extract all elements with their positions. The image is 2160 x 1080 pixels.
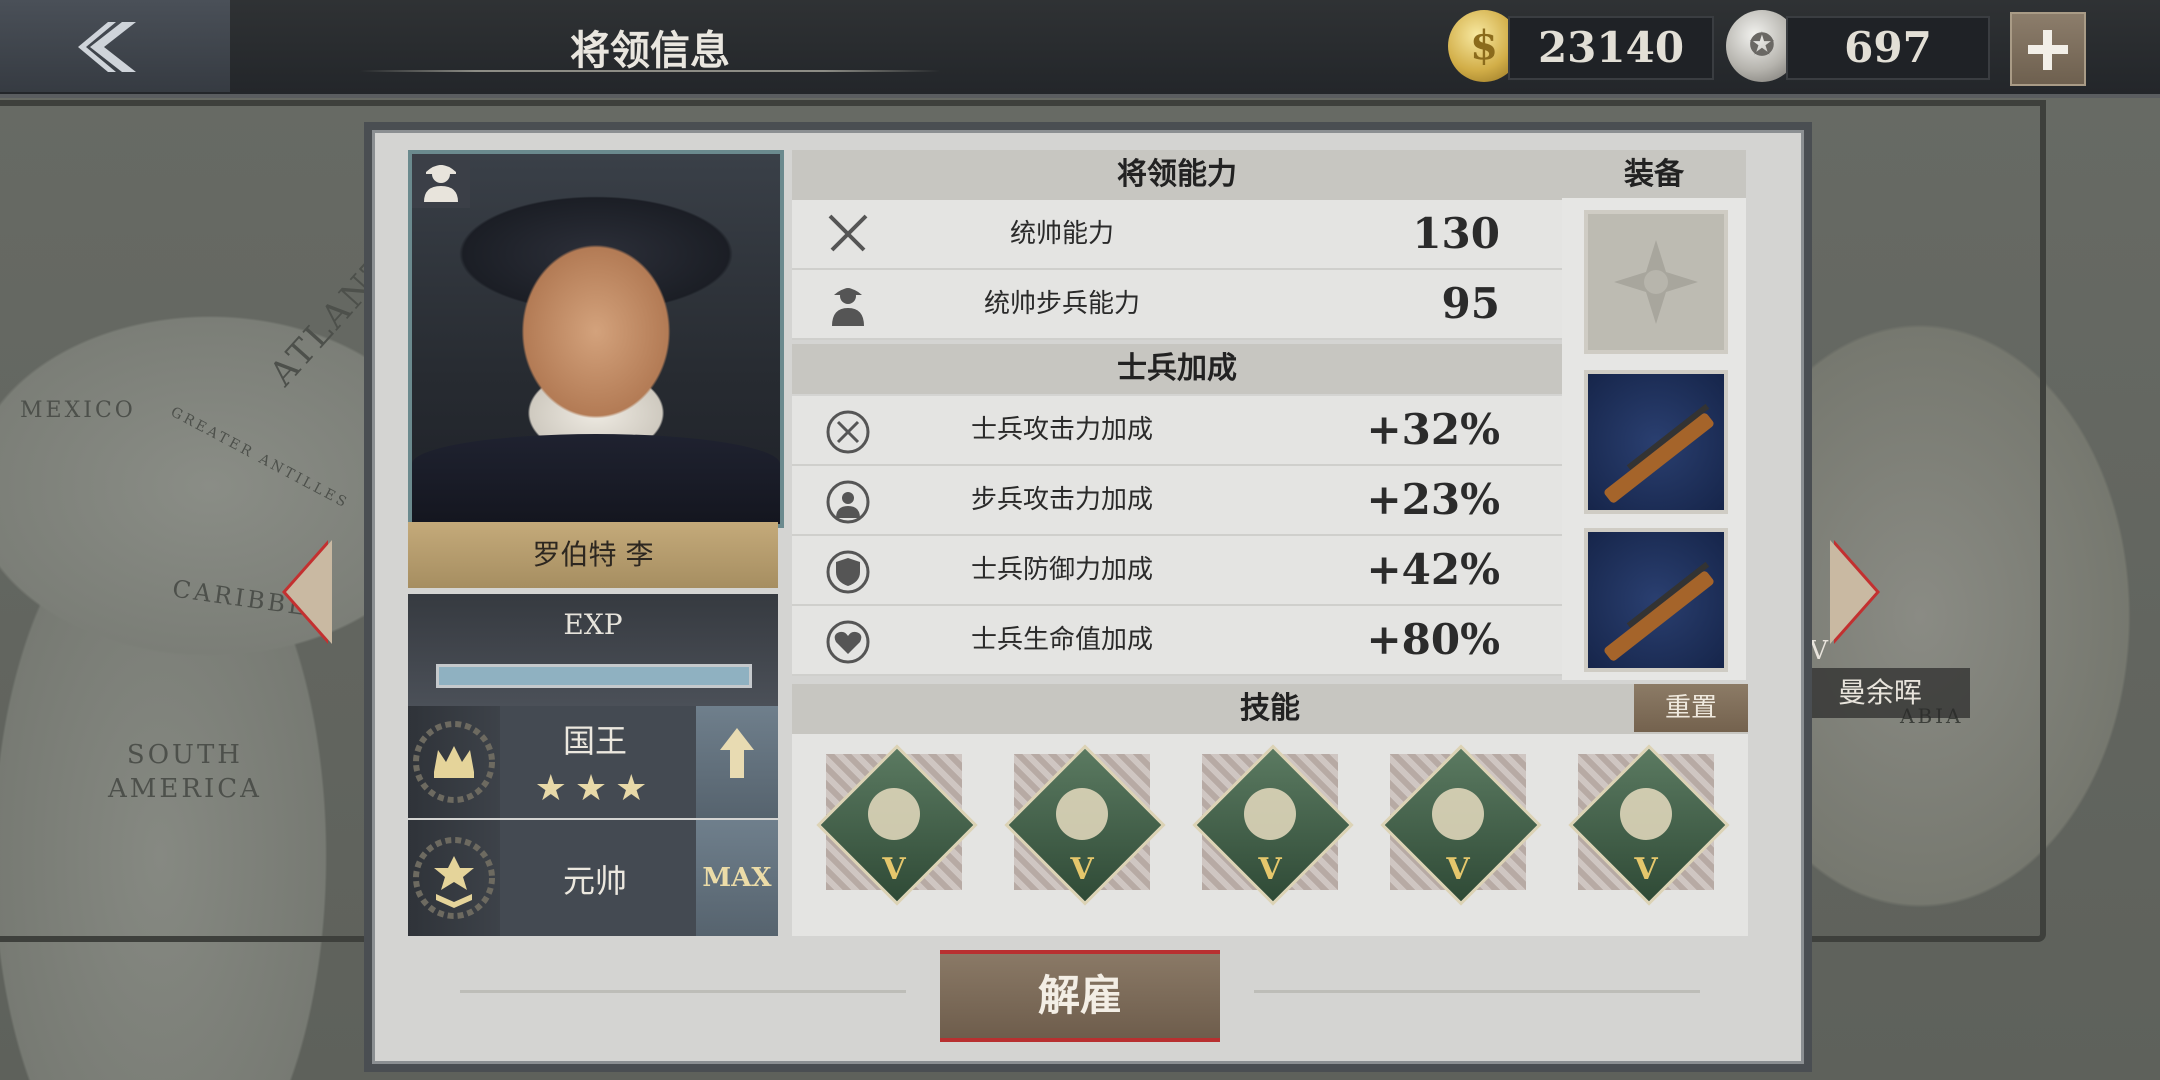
exp-progress-bar — [436, 664, 752, 688]
bonus-row: 士兵防御力加成 +42% — [792, 536, 1562, 606]
bonus-value: +80% — [1366, 615, 1500, 664]
next-general-arrow-icon[interactable] — [1830, 540, 1876, 644]
shield-soldier-icon — [1244, 788, 1296, 840]
skill-level: V — [1446, 852, 1470, 887]
rifle-stock — [1602, 411, 1716, 505]
equipment-column — [1562, 198, 1746, 680]
bonus-label: 士兵防御力加成 — [970, 555, 1153, 585]
gold-amount: 23140 — [1508, 16, 1714, 80]
top-bar: 将领信息 $ 23140 ✪ 697 — [0, 0, 2160, 98]
ability-label: 统帅步兵能力 — [983, 289, 1140, 319]
rank-row-king: 国王 ★★★ — [408, 706, 778, 818]
medal-slot[interactable] — [1584, 210, 1728, 354]
side-preview-name[interactable]: 曼余晖 — [1790, 668, 1970, 718]
rifle-slot[interactable] — [1584, 370, 1728, 514]
ability-label: 统帅能力 — [1009, 219, 1114, 249]
promote-arrow-icon — [720, 728, 754, 750]
skill-slot[interactable]: V — [816, 744, 978, 906]
back-arrow-icon — [78, 22, 136, 72]
bonuses-header: 士兵加成 — [792, 344, 1562, 394]
skill-level: V — [882, 852, 906, 887]
map-label-south-america: SOUTH AMERICA — [108, 740, 262, 804]
infantry-class-icon — [412, 154, 470, 208]
bonus-label: 士兵攻击力加成 — [970, 415, 1153, 445]
ability-value: 95 — [1441, 279, 1500, 328]
crossed-swords-icon — [828, 214, 868, 252]
general-name: 罗伯特 李 — [408, 522, 778, 588]
ability-row: 统帅能力 130 — [792, 200, 1562, 270]
shield-plus-icon — [826, 550, 870, 594]
running-soldier-icon — [868, 788, 920, 840]
medal-cross-icon — [1614, 240, 1698, 324]
infantry-plus-icon — [826, 480, 870, 524]
rank-title-marshal: 元帅 — [562, 862, 627, 900]
promote-arrow-stem — [730, 748, 744, 778]
skill-level: V — [1070, 852, 1094, 887]
bonus-label: 步兵攻击力加成 — [970, 485, 1153, 515]
exp-label: EXP — [563, 608, 623, 641]
rifle-slot[interactable] — [1584, 528, 1728, 672]
max-rank-label: MAX — [696, 820, 778, 936]
skill-level: V — [1634, 852, 1658, 887]
bonus-value: +42% — [1366, 545, 1500, 594]
rank-title-king: 国王 — [562, 722, 627, 760]
promote-button[interactable] — [696, 706, 778, 818]
bonus-row: 步兵攻击力加成 +23% — [792, 466, 1562, 536]
exp-box: EXP — [408, 594, 778, 706]
bonus-row: 士兵生命值加成 +80% — [792, 606, 1562, 676]
skills-header: 技能 — [792, 684, 1748, 734]
map-label-mexico: MEXICO — [20, 398, 136, 423]
rank-row-marshal: 元帅 MAX — [408, 820, 778, 936]
ability-row: 统帅步兵能力 95 — [792, 270, 1562, 340]
marching-squad-icon — [1056, 788, 1108, 840]
skill-level: V — [1258, 852, 1282, 887]
skills-area: V V V V V — [792, 734, 1748, 936]
rifleman-trench-icon — [1432, 788, 1484, 840]
medal-amount: 697 — [1786, 16, 1990, 80]
ability-value: 130 — [1412, 209, 1500, 258]
divider-right — [1254, 990, 1700, 993]
previous-general-arrow-icon[interactable] — [286, 540, 332, 644]
skill-slot[interactable]: V — [1004, 744, 1166, 906]
bonus-value: +32% — [1366, 405, 1500, 454]
rank-stars: ★★★ — [534, 768, 656, 809]
bonus-value: +23% — [1366, 475, 1500, 524]
reset-skills-button[interactable]: 重置 — [1634, 684, 1748, 732]
skill-slot[interactable]: V — [1568, 744, 1730, 906]
dismiss-button[interactable]: 解雇 — [940, 950, 1220, 1042]
equipment-header: 装备 — [1562, 150, 1746, 200]
bonus-row: 士兵攻击力加成 +32% — [792, 396, 1562, 466]
abilities-header: 将领能力 — [792, 150, 1562, 200]
infantry-icon — [832, 288, 864, 326]
portrait-coat — [412, 434, 780, 524]
title-underline — [360, 70, 940, 72]
rifle-stock — [1602, 569, 1716, 663]
marshal-insignia-icon — [408, 820, 500, 936]
add-currency-button[interactable] — [2010, 12, 2086, 86]
heart-plus-icon — [826, 620, 870, 664]
bonus-label: 士兵生命值加成 — [970, 625, 1153, 655]
back-button[interactable] — [0, 0, 230, 92]
skill-slot[interactable]: V — [1380, 744, 1542, 906]
crown-icon — [408, 706, 500, 818]
attack-plus-icon — [826, 410, 870, 454]
page-title: 将领信息 — [570, 27, 730, 74]
crawling-soldier-icon — [1620, 788, 1672, 840]
divider-left — [460, 990, 906, 993]
skill-slot[interactable]: V — [1192, 744, 1354, 906]
